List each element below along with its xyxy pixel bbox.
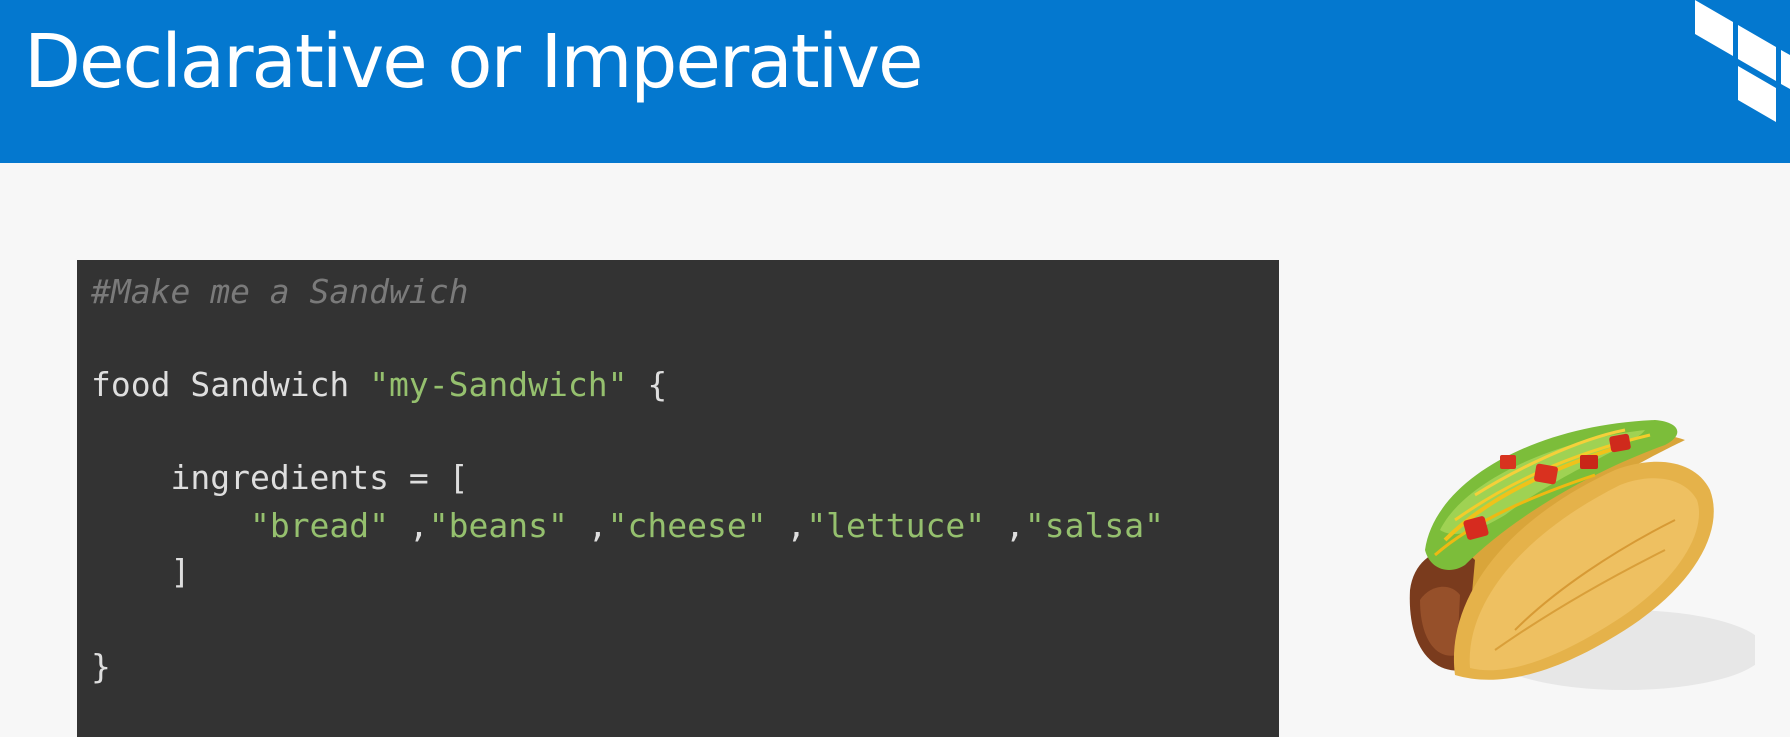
code-close-brace: } [91,647,111,686]
code-ingredients-line: "bread" ,"beans" ,"cheese" ,"lettuce" ,"… [91,504,1164,548]
code-ingredient: "bread" [249,506,390,545]
code-comment: #Make me a Sandwich [91,272,469,311]
code-close-brace-line: } [91,645,111,689]
code-resource-line: food Sandwich "my-Sandwich" { [91,363,667,407]
code-keyword: food [91,365,171,404]
code-assign: ingredients = [ [170,458,469,497]
code-ingredient: "cheese" [607,506,767,545]
code-separator: , [766,506,807,545]
code-type: Sandwich [190,365,350,404]
code-separator: , [985,506,1025,545]
code-close-bracket: ] [170,552,191,591]
header-bar: Declarative or Imperative [0,0,1790,163]
code-resource-name: "my-Sandwich" [369,365,628,404]
code-separator: , [389,506,429,545]
code-ingredient: "salsa" [1024,506,1164,545]
code-ingredient: "beans" [428,506,568,545]
code-block: #Make me a Sandwich food Sandwich "my-Sa… [77,260,1279,737]
code-separator: , [567,506,608,545]
code-open-brace: { [647,365,668,404]
slide-title: Declarative or Imperative [24,19,924,105]
code-assign-line: ingredients = [ [91,456,469,500]
slide: Declarative or Imperative #Make me a San… [0,0,1790,737]
taco-image [1409,420,1755,690]
code-close-bracket-line: ] [91,550,190,594]
terraform-logo-icon [1695,0,1790,122]
code-ingredient: "lettuce" [806,506,986,545]
